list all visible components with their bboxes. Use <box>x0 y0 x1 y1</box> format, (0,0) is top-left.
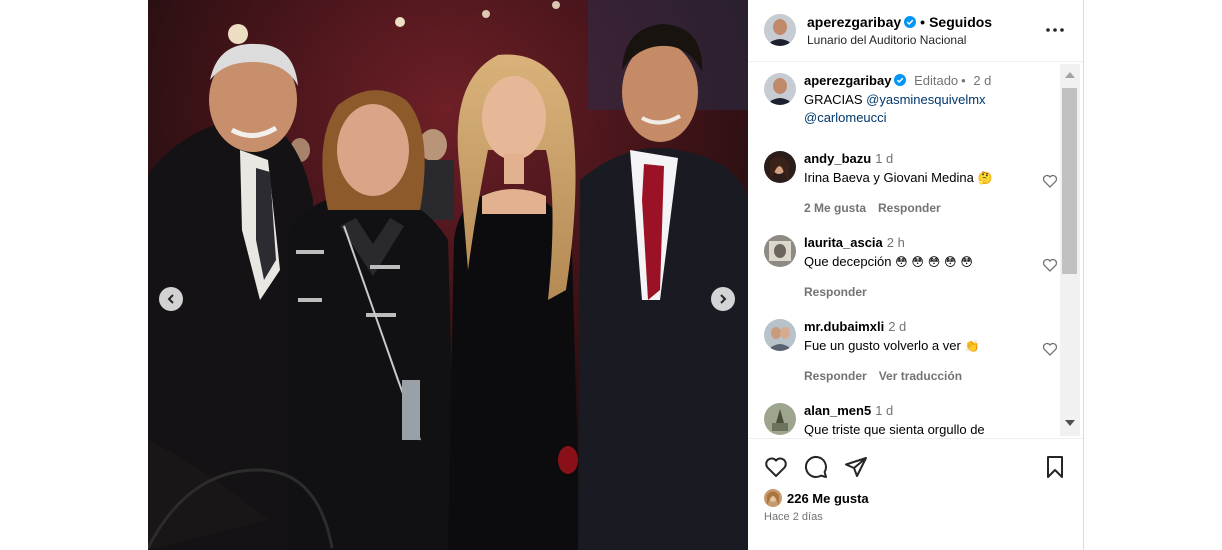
comment-time[interactable]: 1 d <box>875 151 893 166</box>
comments-list[interactable]: aperezgaribay Editado • 2 d GRACIAS @yasm… <box>748 63 1083 437</box>
instagram-post-modal: aperezgaribay • Seguidos Lunario del Audit… <box>0 0 1222 550</box>
comment-icon[interactable] <box>804 455 828 479</box>
scroll-up-arrow-icon[interactable] <box>1065 72 1075 78</box>
comment-text: Que triste que sienta orgullo de <box>804 422 985 437</box>
reply-button[interactable]: Responder <box>804 369 867 383</box>
comment-actions: Responder <box>804 285 1044 299</box>
event-photo-image <box>148 0 748 550</box>
likes-count[interactable]: 226 Me gusta <box>787 491 869 506</box>
comment-body: Que decepción <box>804 254 892 269</box>
comment-time[interactable]: 2 h <box>887 235 905 250</box>
comment-body: Irina Baeva y Giovani Medina <box>804 170 974 185</box>
post-header: aperezgaribay • Seguidos Lunario del Audit… <box>748 0 1083 62</box>
comment-body: Fue un gusto volverlo a ver <box>804 338 961 353</box>
chevron-left-icon <box>167 294 174 304</box>
likes-summary[interactable]: 226 Me gusta <box>764 488 869 508</box>
liker-avatar <box>764 489 782 507</box>
heart-icon[interactable] <box>1042 257 1058 273</box>
post-timestamp[interactable]: Hace 2 días <box>764 511 823 523</box>
comment-username[interactable]: laurita_ascia <box>804 235 883 250</box>
comment-actions: Responder Ver traducción <box>804 369 1044 383</box>
comment-time[interactable]: 1 d <box>875 403 893 418</box>
commenter-avatar[interactable] <box>764 151 796 183</box>
comment-time[interactable]: 2 d <box>888 319 906 334</box>
comment-username[interactable]: alan_men5 <box>804 403 871 418</box>
heart-icon[interactable] <box>764 455 788 479</box>
comment-username[interactable]: mr.dubaimxli <box>804 319 884 334</box>
verified-badge-icon <box>904 16 917 28</box>
see-translation-button[interactable]: Ver traducción <box>879 369 962 383</box>
post-location[interactable]: Lunario del Auditorio Nacional <box>807 33 966 47</box>
separator-dot: • <box>961 73 966 88</box>
author-username[interactable]: aperezgaribay <box>807 14 901 30</box>
mention-link[interactable]: @yasminesquivelmx <box>866 92 985 107</box>
comment-text: Fue un gusto volverlo a ver 👏 <box>804 337 1044 355</box>
follow-status-button[interactable]: Seguidos <box>929 14 992 30</box>
comment-text: Irina Baeva y Giovani Medina 🤔 <box>804 169 1044 187</box>
reply-button[interactable]: Responder <box>878 201 941 215</box>
clapping-emoji: 👏 <box>964 339 980 353</box>
caption-text: GRACIAS @yasminesquivelmx @carlomeucci <box>804 91 1044 127</box>
caption-username[interactable]: aperezgaribay <box>804 73 891 88</box>
caption-body: GRACIAS <box>804 92 863 107</box>
comments-scrollbar[interactable] <box>1060 64 1080 436</box>
mention-link[interactable]: @carlomeucci <box>804 110 887 125</box>
comment-actions: 2 Me gusta Responder <box>804 201 1044 215</box>
verified-badge-icon <box>894 74 907 86</box>
chevron-right-icon <box>720 294 727 304</box>
previous-photo-button[interactable] <box>159 287 183 311</box>
commenter-avatar[interactable] <box>764 403 796 435</box>
author-avatar[interactable] <box>764 14 796 46</box>
post-side-panel: aperezgaribay • Seguidos Lunario del Audit… <box>748 0 1084 550</box>
commenter-avatar[interactable] <box>764 319 796 351</box>
scrollbar-thumb[interactable] <box>1062 88 1077 274</box>
thinking-emoji: 🤔 <box>977 171 993 185</box>
reply-button[interactable]: Responder <box>804 285 867 299</box>
post-actions-bar: 226 Me gusta Hace 2 días <box>748 438 1083 550</box>
comment-text: Que decepción 😳 😳 😳 😳 😳 <box>804 253 1044 271</box>
bookmark-icon[interactable] <box>1043 455 1067 479</box>
heart-icon[interactable] <box>1042 341 1058 357</box>
edited-label: Editado <box>914 73 959 88</box>
post-photo[interactable] <box>148 0 748 550</box>
author-line: aperezgaribay • Seguidos <box>807 14 992 30</box>
flushed-emoji: 😳 😳 😳 😳 😳 <box>895 255 973 269</box>
comment-username[interactable]: andy_bazu <box>804 151 871 166</box>
send-icon[interactable] <box>844 455 868 479</box>
scroll-down-arrow-icon[interactable] <box>1065 420 1075 426</box>
more-options-icon[interactable] <box>1044 20 1066 40</box>
comment-likes-count[interactable]: 2 Me gusta <box>804 201 866 215</box>
separator-dot: • <box>920 14 926 30</box>
caption-avatar[interactable] <box>764 73 796 105</box>
caption-time[interactable]: 2 d <box>973 73 991 88</box>
next-photo-button[interactable] <box>711 287 735 311</box>
commenter-avatar[interactable] <box>764 235 796 267</box>
heart-icon[interactable] <box>1042 173 1058 189</box>
